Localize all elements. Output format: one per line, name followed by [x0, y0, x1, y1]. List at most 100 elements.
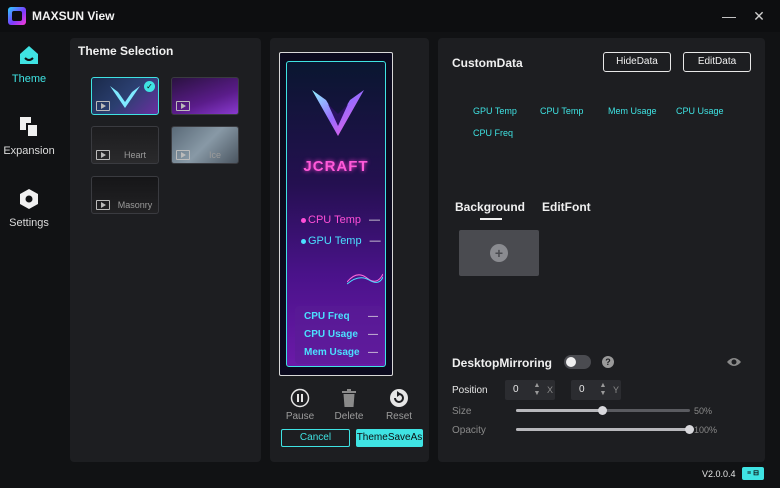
theme-thumbnail[interactable]: Masonry [91, 176, 159, 214]
data-tag[interactable]: CPU Usage [676, 106, 724, 116]
theme-thumbnail[interactable]: ✓ [91, 77, 159, 115]
pause-icon [290, 388, 310, 408]
sensor-label: CPU Temp [308, 214, 361, 226]
preview-data-box: CPU Freq — CPU Usage — Mem Usage — [295, 306, 383, 364]
opacity-slider-handle[interactable] [685, 425, 694, 434]
theme-selection-title: Theme Selection [78, 44, 174, 58]
data-tag[interactable]: GPU Temp [473, 106, 517, 116]
chevron-down-icon[interactable]: ▼ [533, 390, 541, 398]
box-value: — [368, 311, 378, 322]
sensor-dot-icon [301, 217, 306, 223]
plus-icon: + [490, 244, 508, 262]
data-tag[interactable]: Mem Usage [608, 106, 657, 116]
custom-data-title: CustomData [452, 56, 523, 70]
reset-icon [390, 389, 408, 407]
size-slider-handle[interactable] [598, 406, 607, 415]
help-icon[interactable]: ? [602, 356, 614, 368]
close-icon[interactable]: ✕ [748, 6, 770, 26]
video-icon [96, 101, 110, 111]
theme-save-as-button[interactable]: ThemeSaveAs [356, 429, 423, 447]
position-y-value: 0 [579, 384, 585, 395]
version-label: V2.0.0.4 [702, 469, 736, 479]
theme-preview: JCRAFT CPU Temp — GPU Temp — CPU Freq — CPU… [279, 52, 393, 376]
box-label: CPU Freq [304, 311, 350, 322]
edit-data-button[interactable]: EditData [683, 52, 751, 72]
desktop-mirroring-title: DesktopMirroring [452, 356, 553, 370]
tab-background[interactable]: Background [455, 200, 525, 214]
app-logo-icon [8, 7, 26, 25]
axis-label: Y [613, 385, 620, 395]
sidebar-item-label: Settings [9, 217, 49, 229]
opacity-value: 100% [694, 425, 718, 435]
sidebar-item-theme[interactable]: Theme [0, 38, 58, 100]
preview-box-row: CPU Freq — [304, 311, 378, 322]
box-label: Mem Usage [304, 347, 360, 358]
theme-label: Masonry [117, 200, 153, 210]
sidebar: Theme Expansion Settings [0, 32, 58, 488]
hexagon-settings-icon [20, 189, 38, 209]
size-label: Size [452, 406, 472, 417]
pause-button[interactable]: Pause [280, 388, 320, 422]
chevron-down-icon[interactable]: ▼ [599, 390, 607, 398]
sensor-label: GPU Temp [308, 235, 362, 247]
version-badge-icon[interactable]: ≡ ⊟ [742, 467, 764, 480]
box-label: CPU Usage [304, 329, 358, 340]
chevron-up-icon[interactable]: ▲ [533, 382, 541, 390]
preview-logo-icon [312, 90, 364, 136]
data-tag[interactable]: CPU Temp [540, 106, 583, 116]
chevron-up-icon[interactable]: ▲ [599, 382, 607, 390]
preview-box-row: CPU Usage — [304, 329, 378, 340]
preview-box-row: Mem Usage — [304, 347, 378, 358]
reset-button[interactable]: Reset [379, 388, 419, 422]
sidebar-item-expansion[interactable]: Expansion [0, 110, 58, 172]
tab-edit-font[interactable]: EditFont [542, 200, 591, 214]
eye-icon[interactable] [726, 356, 742, 368]
size-slider[interactable] [516, 406, 690, 415]
expansion-icon [20, 117, 39, 138]
theme-preview-logo-icon [110, 86, 140, 108]
desktop-mirroring-toggle[interactable] [564, 355, 591, 369]
opacity-slider[interactable] [516, 425, 694, 434]
add-background-button[interactable]: + [459, 230, 539, 276]
sensor-value: — [368, 214, 380, 226]
toggle-knob [566, 357, 576, 367]
video-icon [176, 101, 190, 111]
preview-brand: JCRAFT [303, 158, 369, 175]
sidebar-item-label: Expansion [3, 145, 55, 157]
position-x-stepper[interactable]: 0 ▲ ▼ X [505, 380, 555, 400]
theme-thumbnail[interactable]: Ice [171, 126, 239, 164]
box-value: — [368, 329, 378, 340]
delete-label: Delete [334, 411, 364, 422]
checkmark-icon: ✓ [144, 81, 155, 92]
active-tab-indicator [480, 218, 502, 220]
position-y-stepper[interactable]: 0 ▲ ▼ Y [571, 380, 621, 400]
home-icon [20, 46, 38, 64]
wave-decoration-icon [347, 273, 383, 285]
axis-label: X [547, 385, 554, 395]
app-title: MAXSUN View [32, 9, 115, 23]
theme-thumbnail[interactable]: Heart [91, 126, 159, 164]
opacity-slider-fill [516, 428, 690, 431]
preview-sensor-row: GPU Temp — [301, 235, 381, 247]
sidebar-item-settings[interactable]: Settings [0, 182, 58, 244]
size-value: 50% [694, 406, 713, 416]
sensor-value: — [369, 235, 381, 247]
hide-data-button[interactable]: HideData [603, 52, 671, 72]
delete-button[interactable]: Delete [329, 388, 369, 422]
sidebar-item-label: Theme [11, 73, 47, 85]
pause-label: Pause [285, 411, 315, 422]
theme-label: Ice [208, 150, 221, 160]
opacity-label: Opacity [452, 425, 486, 436]
position-label: Position [452, 385, 488, 396]
size-slider-fill [516, 409, 603, 412]
box-value: — [368, 347, 378, 358]
theme-thumbnail[interactable] [171, 77, 239, 115]
cancel-button[interactable]: Cancel [281, 429, 350, 447]
sensor-dot-icon [301, 238, 306, 244]
data-tag[interactable]: CPU Freq [473, 128, 513, 138]
preview-sensor-row: CPU Temp — [301, 214, 380, 226]
theme-label: Heart [123, 150, 146, 160]
minimize-icon[interactable]: — [718, 6, 740, 26]
reset-label: Reset [385, 411, 413, 422]
trash-icon [342, 389, 356, 407]
